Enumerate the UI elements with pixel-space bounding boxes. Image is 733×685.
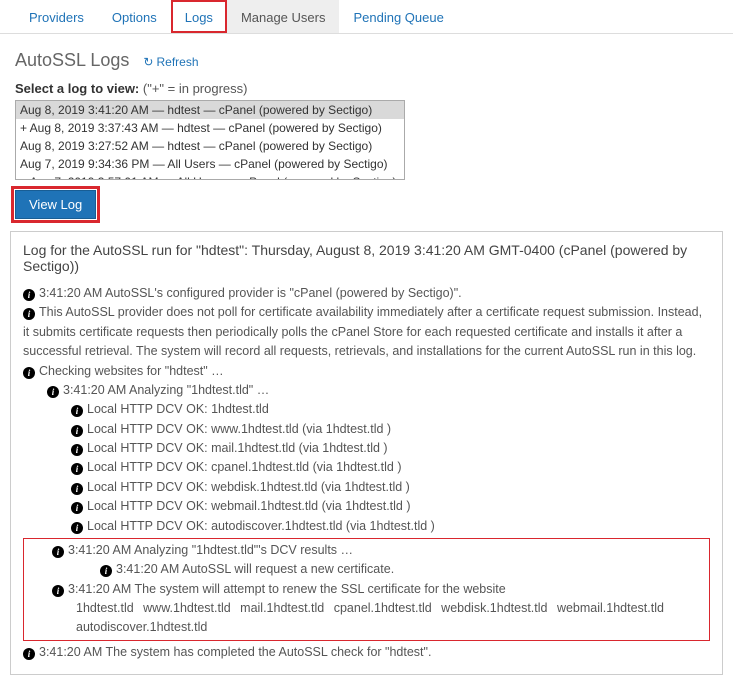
info-icon: i [71,444,83,456]
tab-manage-users[interactable]: Manage Users [227,0,340,33]
tab-bar: Providers Options Logs Manage Users Pend… [0,0,733,34]
info-icon: i [71,425,83,437]
log-select[interactable]: Aug 8, 2019 3:41:20 AM — hdtest — cPanel… [15,100,405,180]
log-line: i3:41:20 AM AutoSSL will request a new c… [28,560,705,579]
info-icon: i [52,585,64,597]
tab-options[interactable]: Options [98,0,171,33]
info-icon: i [71,405,83,417]
log-line: i3:41:20 AM Analyzing "1hdtest.tld" … [23,381,710,400]
info-icon: i [71,463,83,475]
log-heading: Log for the AutoSSL run for "hdtest": Th… [23,242,710,274]
view-log-button[interactable]: View Log [15,190,96,219]
log-line: iLocal HTTP DCV OK: mail.1hdtest.tld (vi… [23,439,710,458]
log-panel: Log for the AutoSSL run for "hdtest": Th… [10,231,723,675]
log-line: iLocal HTTP DCV OK: cpanel.1hdtest.tld (… [23,458,710,477]
log-line: iLocal HTTP DCV OK: webdisk.1hdtest.tld … [23,478,710,497]
domain-list: 1hdtest.tld www.1hdtest.tld mail.1hdtest… [28,599,705,638]
refresh-link[interactable]: ↻Refresh [143,55,198,69]
log-line: i3:41:20 AM The system has completed the… [23,643,710,662]
info-icon: i [47,386,59,398]
info-icon: i [100,565,112,577]
log-option[interactable]: Aug 7, 2019 9:34:36 PM — All Users — cPa… [16,155,404,173]
highlight-box: i3:41:20 AM Analyzing "1hdtest.tld"'s DC… [23,538,710,641]
info-icon: i [71,483,83,495]
tab-logs[interactable]: Logs [171,0,227,33]
refresh-label: Refresh [156,55,198,69]
info-icon: i [52,546,64,558]
log-option[interactable]: Aug 8, 2019 3:27:52 AM — hdtest — cPanel… [16,137,404,155]
info-icon: i [23,648,35,660]
log-line: iLocal HTTP DCV OK: www.1hdtest.tld (via… [23,420,710,439]
info-icon: i [23,308,35,320]
title-row: AutoSSL Logs ↻Refresh [0,34,733,81]
refresh-icon: ↻ [143,55,153,69]
log-line: iChecking websites for "hdtest" … [23,362,710,381]
select-label: Select a log to view: ("+" = in progress… [0,81,733,100]
info-icon: i [71,502,83,514]
log-line: iLocal HTTP DCV OK: autodiscover.1hdtest… [23,517,710,536]
log-line: iThis AutoSSL provider does not poll for… [23,303,710,361]
info-icon: i [23,289,35,301]
tab-providers[interactable]: Providers [15,0,98,33]
log-line: i3:41:20 AM AutoSSL's configured provide… [23,284,710,303]
tab-pending-queue[interactable]: Pending Queue [339,0,457,33]
log-option[interactable]: + Aug 7, 2019 3:57:01 AM — All Users — c… [16,173,404,180]
info-icon: i [23,367,35,379]
log-line: i3:41:20 AM The system will attempt to r… [28,580,705,599]
log-line: i3:41:20 AM Analyzing "1hdtest.tld"'s DC… [28,541,705,560]
log-option[interactable]: Aug 8, 2019 3:41:20 AM — hdtest — cPanel… [16,101,404,119]
log-line: iLocal HTTP DCV OK: 1hdtest.tld [23,400,710,419]
page-title: AutoSSL Logs [15,50,129,71]
log-line: iLocal HTTP DCV OK: webmail.1hdtest.tld … [23,497,710,516]
info-icon: i [71,522,83,534]
log-option[interactable]: + Aug 8, 2019 3:37:43 AM — hdtest — cPan… [16,119,404,137]
